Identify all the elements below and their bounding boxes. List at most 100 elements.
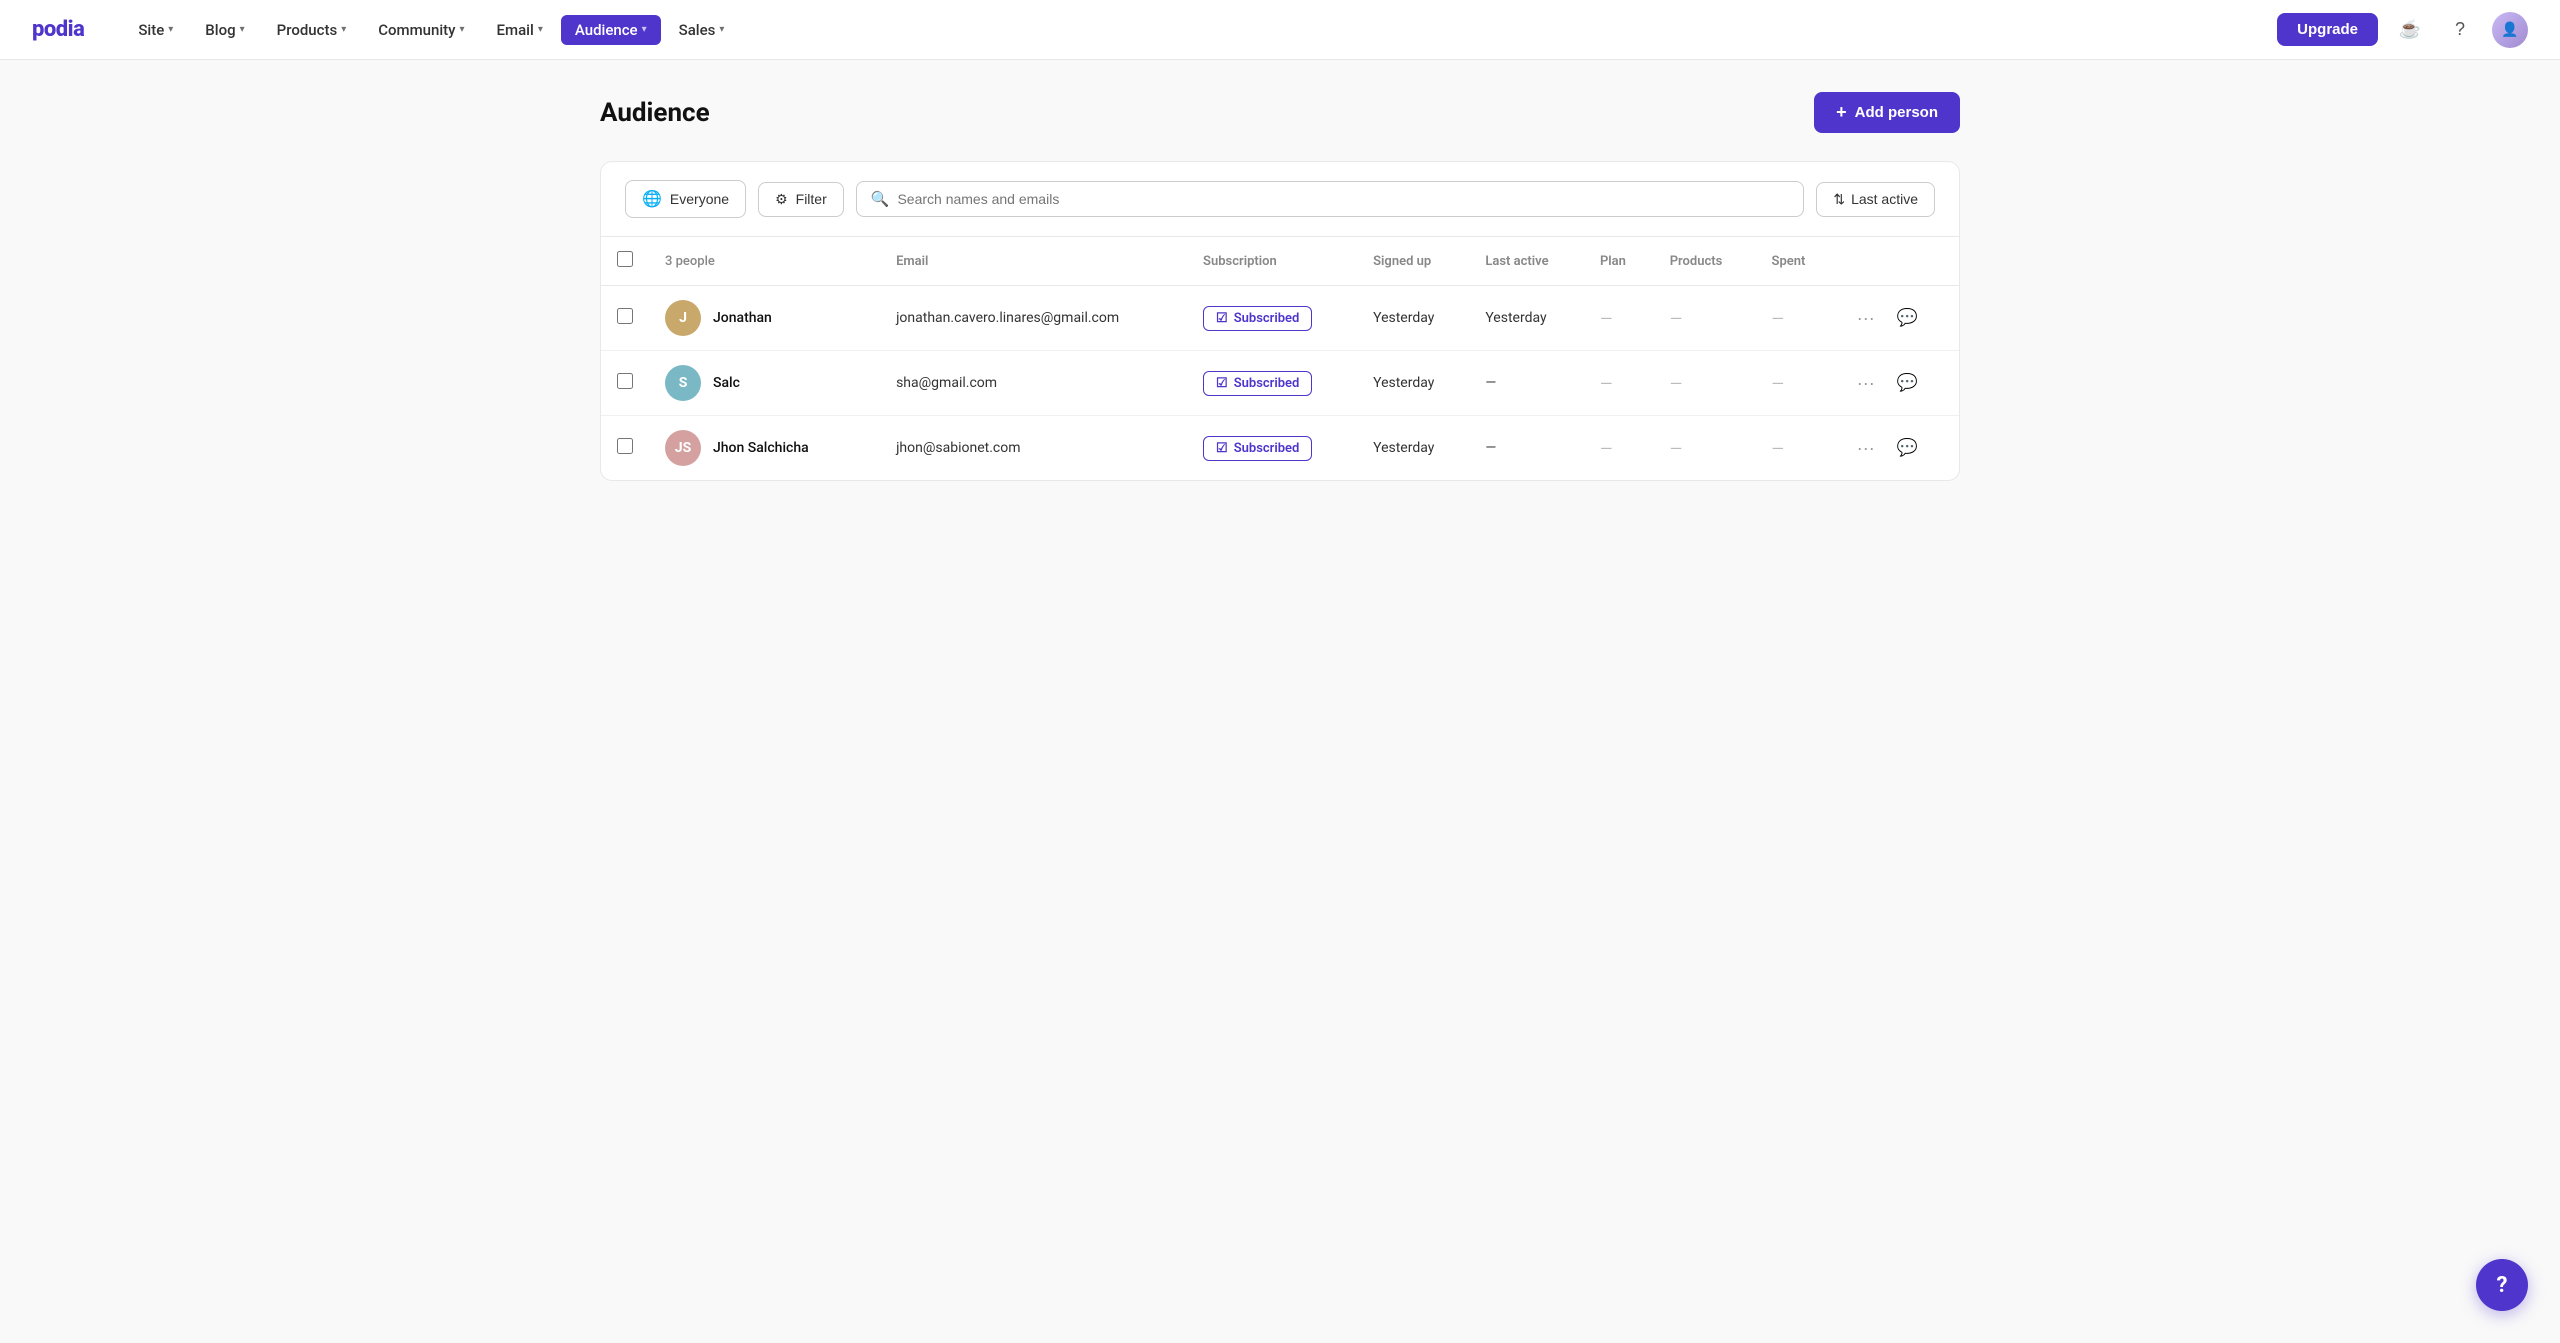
spent-cell: — xyxy=(1756,286,1835,351)
spent-cell: — xyxy=(1756,416,1835,481)
person-cell: J Jonathan xyxy=(649,286,880,351)
actions-cell: ··· 💬 xyxy=(1835,286,1959,351)
help-icon-button[interactable]: ? xyxy=(2442,12,2478,48)
question-icon: ? xyxy=(2455,19,2465,40)
row-checkbox[interactable] xyxy=(617,308,633,324)
nav-item-email[interactable]: Email ▾ xyxy=(483,15,557,45)
person-name: Jhon Salchicha xyxy=(713,440,809,456)
page-title: Audience xyxy=(600,98,710,128)
audience-table-card: 🌐 Everyone ⚙ Filter 🔍 ⇅ Last active xyxy=(600,161,1960,481)
spent-cell: — xyxy=(1756,351,1835,416)
person-avatar: JS xyxy=(665,430,701,466)
chevron-down-icon: ▾ xyxy=(460,24,465,35)
plan-cell: — xyxy=(1584,416,1654,481)
nav-item-blog[interactable]: Blog ▾ xyxy=(191,15,258,45)
select-all-header xyxy=(601,237,649,286)
actions-header xyxy=(1835,237,1959,286)
actions-cell: ··· 💬 xyxy=(1835,416,1959,481)
check-icon: ☑ xyxy=(1216,441,1228,456)
nav-item-audience[interactable]: Audience ▾ xyxy=(561,15,661,45)
products-header: Products xyxy=(1654,237,1756,286)
more-options-button[interactable]: ··· xyxy=(1851,304,1881,333)
filter-icon: ⚙ xyxy=(775,191,788,208)
nav-right: Upgrade ☕ ? 👤 xyxy=(2277,12,2528,48)
spent-header: Spent xyxy=(1756,237,1835,286)
chevron-down-icon: ▾ xyxy=(341,24,346,35)
sort-button[interactable]: ⇅ Last active xyxy=(1816,182,1935,217)
subscription-cell: ☑ Subscribed xyxy=(1187,416,1357,481)
chevron-down-icon: ▾ xyxy=(538,24,543,35)
avatar[interactable]: 👤 xyxy=(2492,12,2528,48)
check-icon: ☑ xyxy=(1216,376,1228,391)
plus-icon: + xyxy=(1836,102,1847,123)
email-cell: jhon@sabionet.com xyxy=(880,416,1187,481)
subscription-cell: ☑ Subscribed xyxy=(1187,286,1357,351)
sort-icon: ⇅ xyxy=(1833,191,1845,208)
messages-icon-button[interactable]: ☕ xyxy=(2392,12,2428,48)
last-active-cell: Yesterday xyxy=(1469,286,1584,351)
select-all-checkbox[interactable] xyxy=(617,251,633,267)
subscription-label: Subscribed xyxy=(1234,311,1300,326)
audience-table: 3 people Email Subscription Signed up La… xyxy=(601,237,1959,480)
person-name: Salc xyxy=(713,375,740,391)
chevron-down-icon: ▾ xyxy=(719,24,724,35)
row-checkbox[interactable] xyxy=(617,438,633,454)
row-checkbox-cell xyxy=(601,286,649,351)
page-header: Audience + Add person xyxy=(600,92,1960,133)
nav-item-community[interactable]: Community ▾ xyxy=(364,15,478,45)
plan-cell: — xyxy=(1584,351,1654,416)
nav-item-sales[interactable]: Sales ▾ xyxy=(665,15,739,45)
person-avatar: S xyxy=(665,365,701,401)
email-header: Email xyxy=(880,237,1187,286)
count-header: 3 people xyxy=(649,237,880,286)
table-row: S Salc sha@gmail.com ☑ Subscribed Yester… xyxy=(601,351,1959,416)
everyone-button[interactable]: 🌐 Everyone xyxy=(625,180,746,218)
search-input[interactable] xyxy=(897,191,1789,207)
nav-item-products[interactable]: Products ▾ xyxy=(263,15,361,45)
person-name: Jonathan xyxy=(713,310,772,326)
email-cell: jonathan.cavero.linares@gmail.com xyxy=(880,286,1187,351)
products-cell: — xyxy=(1654,351,1756,416)
chat-button[interactable]: 💬 xyxy=(1893,304,1922,332)
filter-button[interactable]: ⚙ Filter xyxy=(758,182,844,217)
chevron-down-icon: ▾ xyxy=(240,24,245,35)
last-active-cell: — xyxy=(1469,416,1584,481)
toolbar: 🌐 Everyone ⚙ Filter 🔍 ⇅ Last active xyxy=(601,162,1959,237)
question-mark-icon: ? xyxy=(2497,1273,2508,1298)
plan-header: Plan xyxy=(1584,237,1654,286)
last-active-header: Last active xyxy=(1469,237,1584,286)
chevron-down-icon: ▾ xyxy=(642,24,647,35)
subscription-label: Subscribed xyxy=(1234,441,1300,456)
person-cell: S Salc xyxy=(649,351,880,416)
signed-up-cell: Yesterday xyxy=(1357,416,1469,481)
more-options-button[interactable]: ··· xyxy=(1851,369,1881,398)
products-cell: — xyxy=(1654,286,1756,351)
row-checkbox[interactable] xyxy=(617,373,633,389)
signed-up-cell: Yesterday xyxy=(1357,351,1469,416)
logo[interactable]: podia xyxy=(32,17,84,42)
email-cell: sha@gmail.com xyxy=(880,351,1187,416)
globe-icon: 🌐 xyxy=(642,189,662,209)
signed-up-cell: Yesterday xyxy=(1357,286,1469,351)
nav-links: Site ▾ Blog ▾ Products ▾ Community ▾ Ema… xyxy=(124,15,2277,45)
actions-cell: ··· 💬 xyxy=(1835,351,1959,416)
check-icon: ☑ xyxy=(1216,311,1228,326)
message-icon: ☕ xyxy=(2399,19,2421,40)
person-cell: JS Jhon Salchicha xyxy=(649,416,880,481)
upgrade-button[interactable]: Upgrade xyxy=(2277,13,2378,46)
chat-button[interactable]: 💬 xyxy=(1893,434,1922,462)
more-options-button[interactable]: ··· xyxy=(1851,434,1881,463)
row-checkbox-cell xyxy=(601,416,649,481)
subscription-label: Subscribed xyxy=(1234,376,1300,391)
last-active-cell: — xyxy=(1469,351,1584,416)
help-bubble[interactable]: ? xyxy=(2476,1259,2528,1311)
table-row: J Jonathan jonathan.cavero.linares@gmail… xyxy=(601,286,1959,351)
add-person-button[interactable]: + Add person xyxy=(1814,92,1960,133)
products-cell: — xyxy=(1654,416,1756,481)
chat-button[interactable]: 💬 xyxy=(1893,369,1922,397)
search-icon: 🔍 xyxy=(871,190,890,208)
subscription-cell: ☑ Subscribed xyxy=(1187,351,1357,416)
person-avatar: J xyxy=(665,300,701,336)
table-row: JS Jhon Salchicha jhon@sabionet.com ☑ Su… xyxy=(601,416,1959,481)
nav-item-site[interactable]: Site ▾ xyxy=(124,15,187,45)
